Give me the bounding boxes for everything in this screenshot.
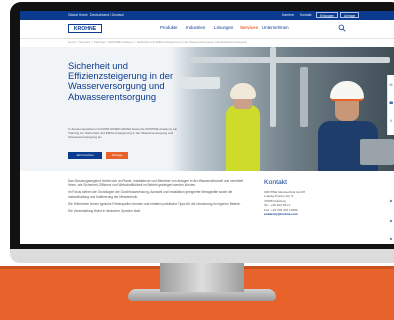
search-icon[interactable] — [338, 24, 346, 32]
lower-icon-dot — [389, 219, 393, 223]
content-body: Das Schulungsangebot richtet sich an Pla… — [68, 179, 250, 216]
body-paragraph: Im Fokus stehen die Grundlagen der Durch… — [68, 190, 233, 199]
topbar-link-region[interactable]: Deutschland / Deutsch — [90, 12, 124, 18]
krohne-logo[interactable]: KROHNE — [68, 24, 102, 33]
nav-products[interactable]: Produkte — [160, 25, 178, 30]
lower-icon-dot — [389, 237, 393, 241]
phone-icon[interactable]: ☎ — [389, 101, 393, 105]
top-utility-bar: Global Home Deutschland / Deutsch Karrie… — [20, 11, 394, 20]
monitor-stand-neck — [160, 262, 244, 292]
inquiry-button[interactable]: Anfrage — [106, 152, 128, 159]
contact-title: Kontakt — [264, 179, 288, 186]
contact-box: Kontakt KROHNE Messtechnik GmbH Ludwig-K… — [264, 179, 356, 216]
nav-services[interactable]: Services — [240, 25, 258, 30]
body-paragraph: Die Teilnehmer lernen typische Fehlerque… — [68, 201, 241, 206]
browser-screen: Global Home Deutschland / Deutsch Karrie… — [20, 11, 394, 244]
login-button[interactable]: Einloggen — [316, 12, 339, 18]
hero-photo-workers — [170, 47, 394, 171]
body-paragraph: Das Schulungsangebot richtet sich an Pla… — [68, 179, 243, 188]
nav-industries[interactable]: Industrien — [186, 25, 205, 30]
topbar-link-global[interactable]: Global Home — [68, 12, 88, 18]
nav-company[interactable]: Unternehmen — [262, 25, 289, 30]
breadcrumb[interactable]: Home > Services > Trainings > KROHNE Aca… — [68, 40, 247, 44]
floating-side-toolbar: ✉ ☎ ⇪ — [387, 75, 394, 135]
page-title: Sicherheit und Effizienzsteigerung in de… — [68, 60, 174, 102]
book-now-button[interactable]: Jetzt buchen — [68, 152, 102, 159]
topbar-link-career[interactable]: Karriere — [282, 12, 294, 18]
mail-icon[interactable]: ✉ — [389, 83, 393, 87]
main-navigation: KROHNE Produkte Industrien Lösungen Serv… — [20, 20, 394, 39]
nav-solutions[interactable]: Lösungen — [214, 25, 233, 30]
body-paragraph: Die Veranstaltung findet in deutscher Sp… — [68, 208, 141, 213]
hero-intro-text: In Zusammenarbeit mit RUHR ASSEKURANZ bi… — [68, 127, 178, 140]
side-icons-lower — [389, 199, 393, 241]
lower-icon-dot — [389, 199, 393, 203]
monitor-chin — [10, 249, 394, 263]
topbar-link-contact[interactable]: Kontakt — [300, 12, 312, 18]
contact-email-link[interactable]: academy@krohne.com — [264, 212, 356, 216]
request-button[interactable]: Anfrage — [340, 12, 360, 18]
share-icon[interactable]: ⇪ — [389, 119, 393, 123]
